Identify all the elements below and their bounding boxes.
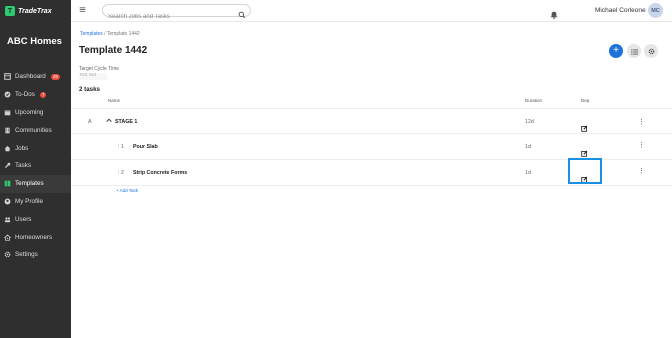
sidebar-item-label: Templates	[15, 180, 44, 188]
sidebar-item-label: Tasks	[15, 162, 32, 170]
dashboard-icon	[4, 73, 11, 81]
chevron-up-icon[interactable]	[106, 118, 112, 125]
row-options-kebab-icon[interactable]: ⋮	[638, 142, 645, 150]
sidebar-item-tasks[interactable]: Tasks	[0, 157, 71, 175]
sidebar-item-label: Jobs	[15, 144, 29, 152]
sidebar-item-communities[interactable]: Communities	[0, 121, 71, 139]
gear-icon	[4, 251, 11, 258]
sidebar-item-label: Dashboard	[15, 73, 46, 81]
search-input[interactable]	[103, 11, 233, 23]
sidebar-item-my-profile[interactable]: My Profile	[0, 193, 71, 211]
user-circle-icon	[4, 198, 11, 205]
users-icon	[4, 216, 11, 223]
brand[interactable]: T TradeTrax	[0, 0, 71, 22]
column-header-name: Name	[108, 98, 121, 103]
edit-dependency-icon[interactable]	[581, 119, 588, 132]
brand-name: TradeTrax	[18, 7, 52, 15]
sidebar: T TradeTrax ABC Homes Dashboard 29 To-Do…	[0, 0, 71, 338]
sidebar-item-todos[interactable]: To-Dos 7	[0, 86, 71, 104]
sidebar-item-label: To-Dos	[15, 91, 35, 99]
todos-count-badge: 7	[39, 91, 47, 98]
row-options-kebab-icon[interactable]: ⋮	[638, 168, 645, 176]
homeowners-icon	[4, 234, 11, 241]
sidebar-item-dashboard[interactable]: Dashboard 29	[0, 68, 71, 86]
sidebar-item-homeowners[interactable]: Homeowners	[0, 228, 71, 246]
dashboard-count-badge: 29	[50, 73, 60, 80]
list-icon	[630, 42, 638, 60]
task-name[interactable]: Strip Concrete Forms	[133, 170, 187, 176]
sidebar-item-label: My Profile	[15, 197, 43, 205]
settings-button[interactable]	[644, 44, 658, 58]
hamburger-menu-icon[interactable]	[79, 6, 86, 15]
column-header-duration: Duration	[525, 98, 543, 103]
sidebar-item-templates[interactable]: Templates	[0, 174, 71, 193]
add-task-link[interactable]: + Add Task	[116, 188, 138, 193]
sidebar-item-upcoming[interactable]: Upcoming	[0, 104, 71, 122]
table-row[interactable]: ⋮ 1 Pour Slab 1d ⋮	[71, 134, 672, 160]
wrench-icon	[4, 162, 11, 169]
column-header-dep: Dep.	[581, 98, 591, 103]
sidebar-item-users[interactable]: Users	[0, 210, 71, 228]
tradetrax-logo-icon: T	[5, 6, 15, 16]
task-name[interactable]: Pour Slab	[133, 144, 158, 150]
edit-dependency-icon[interactable]	[581, 144, 588, 157]
sidebar-item-label: Settings	[15, 251, 38, 259]
row-number: 1	[121, 144, 124, 150]
home-icon	[4, 145, 11, 152]
sidebar-item-label: Homeowners	[15, 233, 53, 241]
gear-icon	[648, 42, 655, 60]
main-content: Templates / Template 1442 Template 1442 …	[71, 22, 672, 338]
row-duration: 12d	[525, 119, 534, 125]
list-view-button[interactable]	[627, 44, 641, 58]
row-number: A	[88, 119, 92, 125]
calendar-icon	[4, 109, 11, 116]
sidebar-item-label: Users	[15, 215, 32, 223]
table-row-stage[interactable]: A STAGE 1 12d ⋮	[71, 109, 672, 134]
target-cycle-time-field[interactable]: Not Set	[79, 73, 107, 80]
breadcrumb-separator: /	[104, 31, 106, 37]
sidebar-item-settings[interactable]: Settings	[0, 246, 71, 264]
breadcrumb-current: Template 1442	[106, 31, 140, 37]
row-options-kebab-icon[interactable]: ⋮	[638, 119, 645, 127]
row-duration: 1d	[525, 170, 531, 176]
sidebar-nav: Dashboard 29 To-Dos 7 Upcoming Communiti…	[0, 68, 71, 264]
breadcrumb: Templates / Template 1442	[80, 31, 140, 37]
row-number: 2	[121, 170, 124, 176]
page-title: Template 1442	[79, 45, 148, 56]
plus-icon: +	[613, 45, 619, 56]
template-icon	[4, 180, 11, 187]
building-icon	[4, 127, 11, 134]
top-bar: Michael Corleone MC	[71, 0, 672, 23]
sidebar-item-label: Communities	[15, 126, 52, 134]
bell-icon[interactable]	[550, 6, 558, 19]
search-icon[interactable]	[238, 6, 246, 19]
check-circle-icon	[4, 91, 11, 98]
user-name[interactable]: Michael Corleone	[595, 7, 646, 14]
sidebar-item-jobs[interactable]: Jobs	[0, 139, 71, 157]
target-cycle-time-label: Target Cycle Time	[79, 66, 120, 72]
highlight-box	[568, 158, 602, 184]
avatar[interactable]: MC	[648, 3, 663, 18]
search-box	[102, 4, 251, 23]
add-button[interactable]: +	[609, 44, 623, 58]
breadcrumb-templates-link[interactable]: Templates	[80, 31, 103, 37]
task-count: 2 tasks	[79, 86, 100, 93]
stage-name: STAGE 1	[115, 119, 138, 125]
row-duration: 1d	[525, 144, 531, 150]
company-name: ABC Homes	[7, 36, 62, 47]
sidebar-item-label: Upcoming	[15, 108, 44, 116]
